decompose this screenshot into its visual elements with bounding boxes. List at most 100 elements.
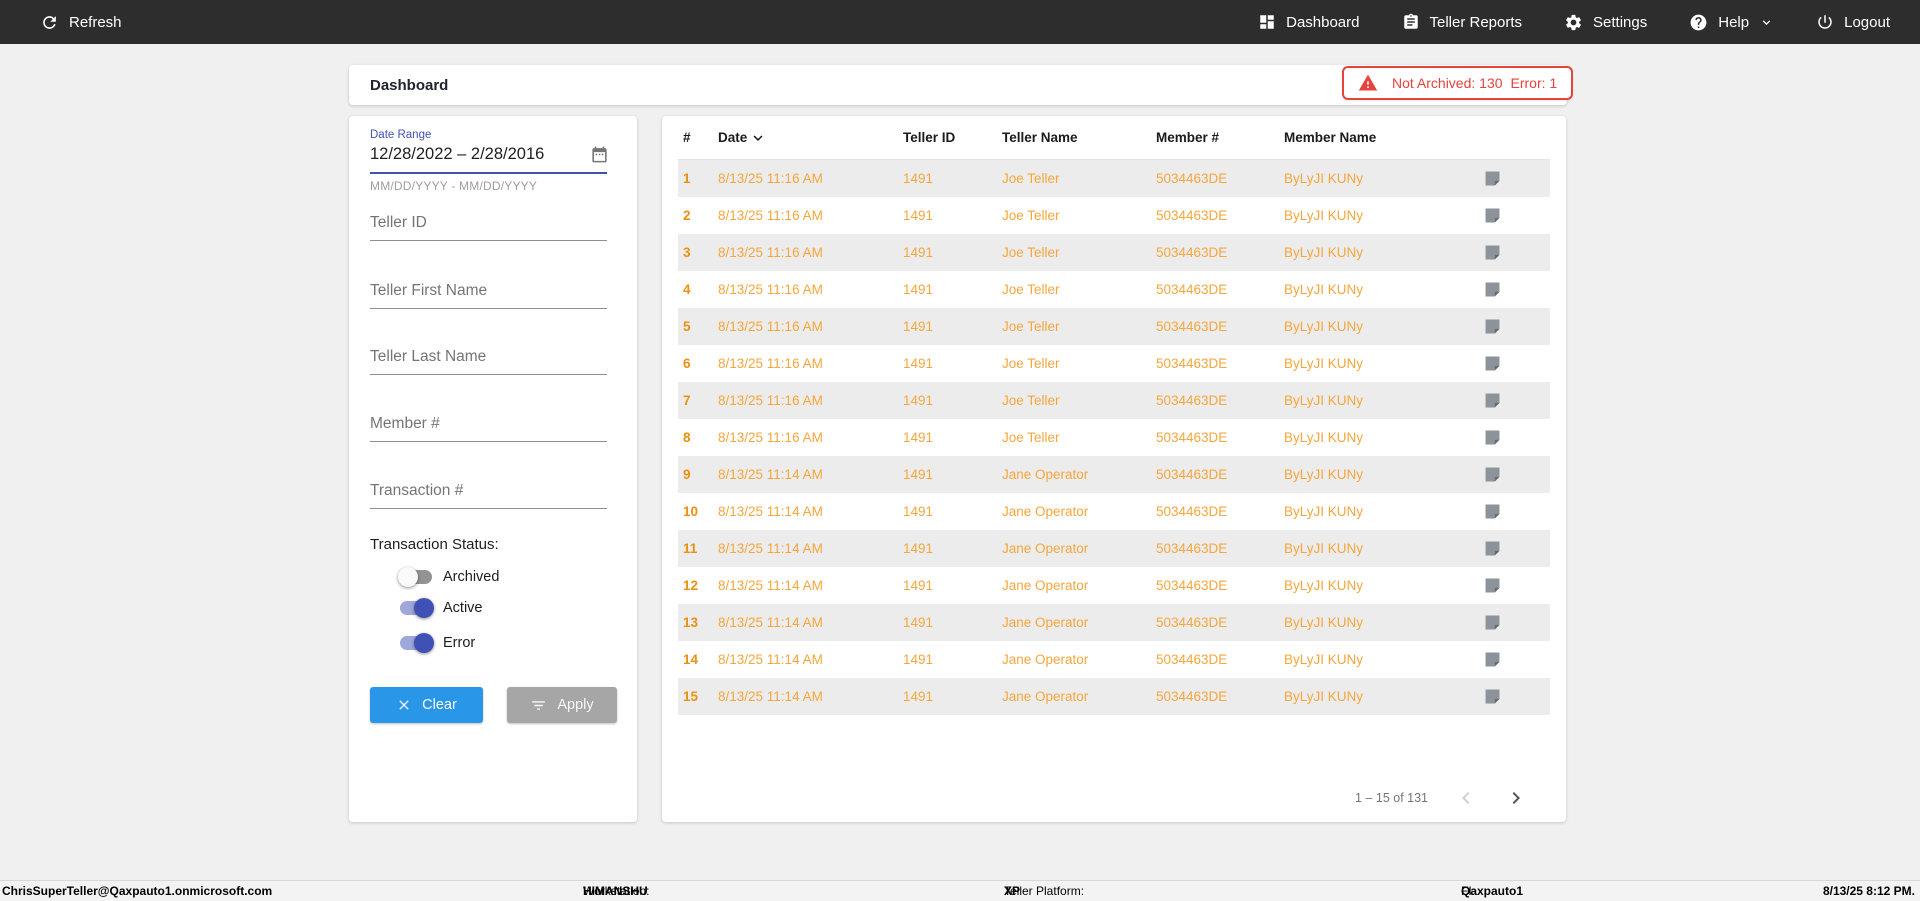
row-member-name: ByLyJI KUNy	[1284, 615, 1364, 630]
table-row[interactable]: 3 8/13/25 11:16 AM 1491 Joe Teller 50344…	[678, 234, 1550, 271]
table-row[interactable]: 13 8/13/25 11:14 AM 1491 Jane Operator 5…	[678, 604, 1550, 641]
row-teller-id: 1491	[903, 578, 934, 593]
row-teller-id: 1491	[903, 171, 934, 186]
row-member-name: ByLyJI KUNy	[1284, 689, 1364, 704]
table-row[interactable]: 4 8/13/25 11:16 AM 1491 Joe Teller 50344…	[678, 271, 1550, 308]
row-member-num: 5034463DE	[1156, 467, 1228, 482]
nav-item-teller-reports[interactable]: Teller Reports	[1402, 13, 1523, 31]
note-icon[interactable]	[1484, 244, 1501, 261]
row-teller-id: 1491	[903, 541, 934, 556]
calendar-icon[interactable]	[590, 145, 609, 164]
column-header-num[interactable]: #	[678, 130, 718, 145]
note-icon[interactable]	[1484, 577, 1501, 594]
row-date: 8/13/25 11:14 AM	[718, 689, 823, 704]
next-page-button[interactable]	[1504, 786, 1528, 810]
teller-id-input[interactable]	[370, 214, 607, 241]
apply-button-label: Apply	[557, 697, 594, 713]
status-bar: ChrisSuperTeller@Qaxpauto1.onmicrosoft.c…	[0, 880, 1920, 901]
row-member-num: 5034463DE	[1156, 430, 1228, 445]
gear-icon	[1564, 13, 1583, 32]
column-header-date[interactable]: Date	[718, 129, 903, 147]
note-icon[interactable]	[1484, 651, 1501, 668]
note-icon[interactable]	[1484, 429, 1501, 446]
row-teller-name: Joe Teller	[1002, 282, 1060, 297]
column-header-member-name[interactable]: Member Name	[1284, 130, 1484, 145]
column-header-teller-id[interactable]: Teller ID	[903, 130, 1002, 145]
table-row[interactable]: 11 8/13/25 11:14 AM 1491 Jane Operator 5…	[678, 530, 1550, 567]
alert-text: Not Archived: 130 Error: 1	[1392, 75, 1558, 91]
note-icon[interactable]	[1484, 614, 1501, 631]
column-header-teller-name[interactable]: Teller Name	[1002, 130, 1156, 145]
note-icon[interactable]	[1484, 540, 1501, 557]
active-toggle[interactable]: Active	[398, 597, 483, 619]
row-member-num: 5034463DE	[1156, 245, 1228, 260]
table-row[interactable]: 12 8/13/25 11:14 AM 1491 Jane Operator 5…	[678, 567, 1550, 604]
row-member-name: ByLyJI KUNy	[1284, 356, 1364, 371]
row-teller-id: 1491	[903, 430, 934, 445]
column-header-member-num[interactable]: Member #	[1156, 130, 1284, 145]
table-row[interactable]: 2 8/13/25 11:16 AM 1491 Joe Teller 50344…	[678, 197, 1550, 234]
date-range-input[interactable]	[370, 145, 590, 164]
row-teller-name: Jane Operator	[1002, 504, 1089, 519]
archived-toggle[interactable]: Archived	[398, 566, 499, 588]
help-icon	[1689, 13, 1708, 32]
note-icon[interactable]	[1484, 688, 1501, 705]
note-icon[interactable]	[1484, 281, 1501, 298]
error-toggle[interactable]: Error	[398, 632, 475, 654]
table-row[interactable]: 5 8/13/25 11:16 AM 1491 Joe Teller 50344…	[678, 308, 1550, 345]
apply-button[interactable]: Apply	[507, 687, 617, 723]
row-index: 6	[683, 356, 691, 371]
note-icon[interactable]	[1484, 207, 1501, 224]
row-teller-name: Joe Teller	[1002, 393, 1060, 408]
transaction-number-input[interactable]	[370, 482, 607, 509]
table-row[interactable]: 1 8/13/25 11:16 AM 1491 Joe Teller 50344…	[678, 160, 1550, 197]
row-teller-name: Joe Teller	[1002, 356, 1060, 371]
nav-item-label: Teller Reports	[1429, 13, 1523, 31]
table-header-row: # Date Teller ID Teller Name Member # Me…	[678, 116, 1550, 160]
refresh-button[interactable]: Refresh	[40, 13, 122, 32]
note-icon[interactable]	[1484, 466, 1501, 483]
nav-item-help[interactable]: Help	[1689, 13, 1774, 32]
row-member-num: 5034463DE	[1156, 652, 1228, 667]
row-date: 8/13/25 11:16 AM	[718, 356, 823, 371]
note-icon[interactable]	[1484, 355, 1501, 372]
table-row[interactable]: 10 8/13/25 11:14 AM 1491 Jane Operator 5…	[678, 493, 1550, 530]
row-index: 8	[683, 430, 691, 445]
row-member-name: ByLyJI KUNy	[1284, 504, 1364, 519]
date-range-label: Date Range	[370, 129, 432, 141]
teller-first-name-input[interactable]	[370, 282, 607, 309]
toggle-switch-icon	[398, 566, 434, 588]
table-row[interactable]: 8 8/13/25 11:16 AM 1491 Joe Teller 50344…	[678, 419, 1550, 456]
previous-page-button[interactable]	[1454, 786, 1478, 810]
note-icon[interactable]	[1484, 318, 1501, 335]
table-row[interactable]: 7 8/13/25 11:16 AM 1491 Joe Teller 50344…	[678, 382, 1550, 419]
row-teller-name: Jane Operator	[1002, 689, 1089, 704]
sort-desc-icon	[749, 129, 767, 147]
table-row[interactable]: 14 8/13/25 11:14 AM 1491 Jane Operator 5…	[678, 641, 1550, 678]
nav-item-dashboard[interactable]: Dashboard	[1258, 13, 1360, 31]
row-date: 8/13/25 11:16 AM	[718, 245, 823, 260]
member-number-input[interactable]	[370, 415, 607, 442]
note-icon[interactable]	[1484, 170, 1501, 187]
teller-last-name-input[interactable]	[370, 348, 607, 375]
row-member-num: 5034463DE	[1156, 208, 1228, 223]
not-archived-alert-badge[interactable]: Not Archived: 130 Error: 1	[1342, 66, 1574, 100]
row-member-num: 5034463DE	[1156, 282, 1228, 297]
row-teller-id: 1491	[903, 319, 934, 334]
row-member-num: 5034463DE	[1156, 541, 1228, 556]
table-row[interactable]: 9 8/13/25 11:14 AM 1491 Jane Operator 50…	[678, 456, 1550, 493]
clear-button[interactable]: Clear	[370, 687, 483, 723]
nav-item-settings[interactable]: Settings	[1564, 13, 1647, 32]
nav-item-logout[interactable]: Logout	[1816, 13, 1890, 31]
row-member-name: ByLyJI KUNy	[1284, 430, 1364, 445]
table-row[interactable]: 6 8/13/25 11:16 AM 1491 Joe Teller 50344…	[678, 345, 1550, 382]
row-member-name: ByLyJI KUNy	[1284, 171, 1364, 186]
row-index: 3	[683, 245, 691, 260]
clipboard-icon	[1402, 13, 1420, 31]
page: { "topnav": { "refresh_label": "Refresh"…	[0, 0, 1920, 901]
nav-item-label: Dashboard	[1286, 13, 1360, 31]
note-icon[interactable]	[1484, 503, 1501, 520]
row-teller-name: Jane Operator	[1002, 615, 1089, 630]
note-icon[interactable]	[1484, 392, 1501, 409]
table-row[interactable]: 15 8/13/25 11:14 AM 1491 Jane Operator 5…	[678, 678, 1550, 715]
